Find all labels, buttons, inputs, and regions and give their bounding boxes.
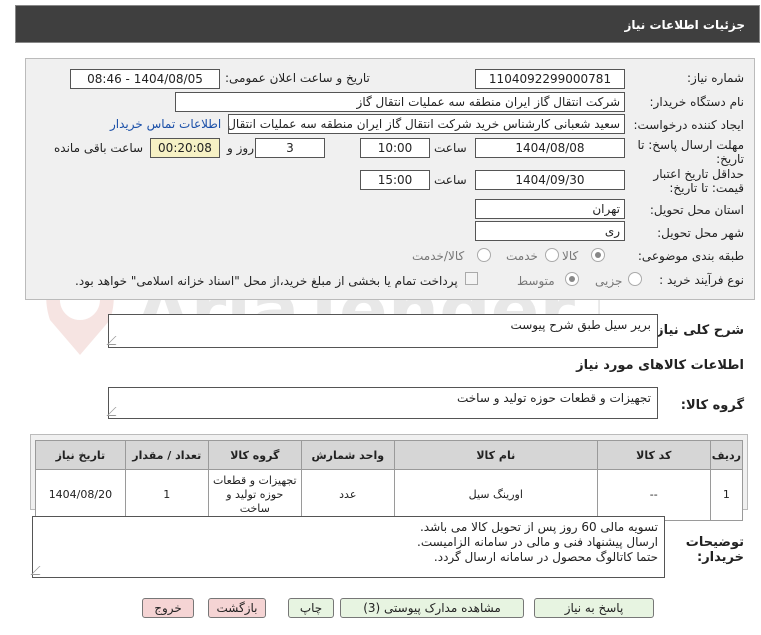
buyer-note-line: ارسال پیشنهاد فنی و مالی در سامانه الزام… [417,535,658,549]
category-option-goods: کالا [562,249,579,263]
category-option-both: کالا/خدمت [412,249,465,263]
deadline-time-field: 10:00 [360,138,430,158]
purchase-radio-medium[interactable] [565,272,579,286]
remaining-time-field: 00:20:08 [150,138,220,158]
exit-button[interactable]: خروج [142,598,194,618]
buyer-org-field: شرکت انتقال گاز ایران منطقه سه عملیات ان… [175,92,625,112]
purchase-type-label: نوع فرآیند خرید : [659,273,744,287]
creator-field: سعید شعبانی کارشناس خرید شرکت انتقال گاز… [228,114,625,134]
deadline-label-date: تاریخ: [716,152,744,166]
buyer-contact-link[interactable]: اطلاعات تماس خریدار [110,117,221,131]
validity-label-date: قیمت: تا تاریخ: [669,181,744,195]
view-attachments-button[interactable]: مشاهده مدارک پیوستی (3) [340,598,524,618]
purchase-radio-minor[interactable] [628,272,642,286]
validity-time-field: 15:00 [360,170,430,190]
buyer-notes-label-2: خریدار: [697,550,744,565]
validity-time-label: ساعت [434,173,467,187]
goods-info-title: اطلاعات کالاهای مورد نیاز [576,358,744,373]
purchase-option-medium: متوسط [517,274,555,288]
validity-label: حداقل تاریخ اعتبار [653,167,744,181]
buyer-org-label: نام دستگاه خریدار: [649,95,745,109]
validity-date-field: 1404/09/30 [475,170,625,190]
description-textarea[interactable]: بریر سیل طبق شرح پیوست [106,314,658,348]
print-button[interactable]: چاپ [288,598,334,618]
city-label: شهر محل تحویل: [657,226,744,240]
category-label: طبقه بندی موضوعی: [637,249,744,263]
cell-row: 1 [709,469,744,521]
buyer-note-line: حتما کاتالوگ محصول در سامانه ارسال گردد. [433,550,658,564]
resize-grip-icon[interactable] [30,566,49,575]
province-field: تهران [475,199,625,219]
goods-group-label: گروه کالا: [680,398,744,413]
page-title: جزئیات اطلاعات نیاز [624,18,745,32]
col-code: کد کالا [596,440,711,470]
announce-field: 1404/08/05 - 08:46 [70,69,220,89]
resize-grip-icon[interactable] [106,336,125,345]
col-date: تاریخ نیاز [35,440,126,470]
cell-qty: 1 [124,469,209,521]
reply-button[interactable]: پاسخ به نیاز [534,598,654,618]
cell-name: اورینگ سیل [393,469,598,521]
items-table: ردیف کد کالا نام کالا واحد شمارش گروه کا… [35,440,744,521]
remaining-label: ساعت باقی مانده [54,141,144,155]
treasury-payment-checkbox[interactable] [465,272,478,285]
col-qty: تعداد / مقدار [124,440,209,470]
page-header: جزئیات اطلاعات نیاز [15,5,760,43]
category-radio-both[interactable] [477,248,491,262]
back-button[interactable]: بازگشت [208,598,266,618]
treasury-payment-note: پرداخت تمام یا بخشی از مبلغ خرید،از محل … [75,274,458,288]
cell-group: تجهیزات و قطعات حوزه تولید و ساخت [207,469,302,521]
announce-label: تاریخ و ساعت اعلان عمومی: [225,71,370,85]
cell-date: 1404/08/20 [35,469,126,521]
items-table-header: ردیف کد کالا نام کالا واحد شمارش گروه کا… [35,440,744,470]
cell-code: -- [596,469,711,521]
days-label: روز و [227,141,254,155]
description-text: بریر سیل طبق شرح پیوست [510,318,651,332]
cell-unit: عدد [300,469,395,521]
deadline-date-field: 1404/08/08 [475,138,625,158]
days-field: 3 [255,138,325,158]
buyer-notes-textarea[interactable]: تسویه مالی 60 روز پس از تحویل کالا می با… [30,516,665,578]
category-radio-service[interactable] [545,248,559,262]
description-label: شرح کلی نیاز: [650,323,744,338]
need-number-label: شماره نیاز: [687,71,744,85]
goods-group-text: تجهیزات و قطعات حوزه تولید و ساخت [456,391,651,405]
col-group: گروه کالا [207,440,302,470]
goods-group-textarea[interactable]: تجهیزات و قطعات حوزه تولید و ساخت [106,387,658,419]
province-label: استان محل تحویل: [649,203,744,217]
category-option-service: خدمت [506,249,538,263]
creator-label: ایجاد کننده درخواست: [633,118,744,132]
deadline-time-label: ساعت [434,141,467,155]
city-field: ری [475,221,625,241]
purchase-option-minor: جزیی [595,274,623,288]
need-number-field: 1104092299000781 [475,69,625,89]
col-unit: واحد شمارش [300,440,395,470]
buyer-note-line: تسویه مالی 60 روز پس از تحویل کالا می با… [419,520,658,534]
col-row: ردیف [709,440,744,470]
table-row: 1 -- اورینگ سیل عدد تجهیزات و قطعات حوزه… [35,469,744,521]
deadline-label: مهلت ارسال پاسخ: تا [637,138,744,152]
category-radio-goods[interactable] [591,248,605,262]
col-name: نام کالا [393,440,598,470]
resize-grip-icon[interactable] [106,407,125,416]
buyer-notes-label: توضیحات [685,535,744,550]
